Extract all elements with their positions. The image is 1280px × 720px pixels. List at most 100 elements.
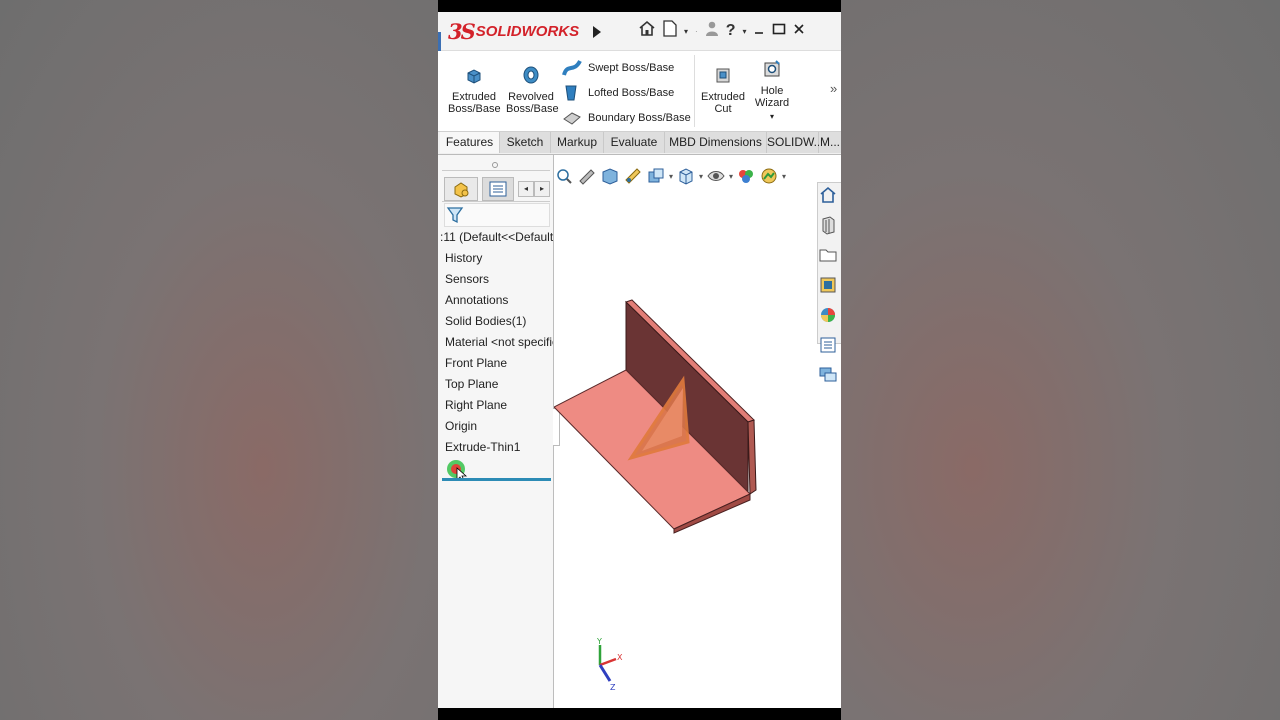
solidworks-window: 3S SOLIDWORKS ▾ · ? ▾ Extruded Boss/Base… — [438, 0, 841, 720]
tab-mbd-dimensions[interactable]: MBD Dimensions — [665, 132, 767, 153]
feature-tree-icon — [454, 182, 469, 198]
lofted-boss-label: Lofted Boss/Base — [588, 87, 675, 99]
command-manager-ribbon: Extruded Boss/Base Revolved Boss/Base Sw… — [438, 51, 841, 132]
ds-logo-mark: 3S — [448, 18, 476, 44]
tree-item-material[interactable]: Material <not specifie — [438, 332, 553, 353]
svg-text:Z: Z — [610, 683, 616, 692]
tree-item-top-plane[interactable]: Top Plane — [438, 374, 553, 395]
minimize-icon[interactable] — [753, 22, 765, 40]
extruded-cut-button[interactable]: Extruded Cut — [697, 65, 749, 115]
tab-evaluate[interactable]: Evaluate — [604, 132, 665, 153]
property-manager-tab[interactable] — [482, 177, 514, 201]
extruded-boss-icon — [467, 69, 481, 84]
tree-item-history[interactable]: History — [438, 248, 553, 269]
view-palette-icon[interactable] — [818, 275, 838, 295]
graphics-area[interactable]: ▾ ▾ ▾ ▾ Y X Z — [553, 155, 841, 708]
maximize-icon[interactable] — [772, 22, 786, 40]
extruded-boss-label: Extruded Boss/Base — [448, 91, 501, 115]
extruded-boss-button[interactable]: Extruded Boss/Base — [448, 65, 501, 115]
orientation-dropdown-icon[interactable]: ▾ — [699, 172, 703, 181]
panel-divider — [442, 170, 550, 171]
part-back-wall-side — [747, 419, 757, 495]
tabs-scroll-left-icon[interactable]: ◂ — [518, 181, 534, 197]
hide-show-items-icon[interactable] — [706, 166, 726, 186]
new-document-icon[interactable] — [663, 20, 677, 42]
expand-menu-arrow-icon[interactable] — [593, 26, 601, 38]
feature-manager-tab[interactable] — [444, 177, 478, 201]
appearances-scenes-icon[interactable] — [818, 305, 838, 325]
ribbon-more-icon[interactable]: » — [830, 81, 837, 96]
zoom-to-area-icon[interactable] — [577, 166, 597, 186]
title-bar-icons: ▾ · ? ▾ — [638, 20, 805, 42]
boundary-boss-button[interactable]: Boundary Boss/Base — [562, 109, 691, 127]
revolved-boss-button[interactable]: Revolved Boss/Base — [506, 65, 559, 115]
letterbox-bottom — [438, 708, 841, 720]
apply-scene-icon[interactable] — [759, 166, 779, 186]
tabs-scroll-right-icon[interactable]: ▸ — [534, 181, 550, 197]
scene-dropdown-icon[interactable]: ▾ — [782, 172, 786, 181]
3d-part-model[interactable] — [554, 295, 764, 535]
tree-root-part[interactable]: :11 (Default<<Default — [438, 227, 553, 248]
view-orientation-icon[interactable] — [676, 166, 696, 186]
file-explorer-icon[interactable] — [818, 245, 838, 265]
dynamic-annotation-icon[interactable] — [646, 166, 666, 186]
design-library-icon[interactable] — [818, 215, 838, 235]
tree-item-front-plane[interactable]: Front Plane — [438, 353, 553, 374]
feature-tree: :11 (Default<<Default History Sensors An… — [438, 227, 553, 458]
hole-wizard-icon — [764, 60, 780, 77]
tree-item-solid-bodies[interactable]: Solid Bodies(1) — [438, 311, 553, 332]
edit-appearance-icon[interactable] — [736, 166, 756, 186]
boundary-boss-label: Boundary Boss/Base — [588, 112, 691, 124]
tree-item-sensors[interactable]: Sensors — [438, 269, 553, 290]
tree-item-right-plane[interactable]: Right Plane — [438, 395, 553, 416]
filter-icon[interactable] — [445, 204, 467, 226]
section-view-icon[interactable] — [623, 166, 643, 186]
tab-sketch[interactable]: Sketch — [500, 132, 551, 153]
hole-wizard-button[interactable]: Hole Wizard ▾ — [750, 59, 794, 123]
custom-properties-icon[interactable] — [818, 335, 838, 355]
ribbon-separator — [694, 55, 695, 127]
help-icon[interactable]: ? — [726, 22, 736, 40]
tab-solidworks-addins[interactable]: SOLIDW... — [767, 132, 824, 153]
lofted-boss-button[interactable]: Lofted Boss/Base — [562, 84, 674, 102]
user-icon[interactable] — [705, 20, 719, 42]
property-manager-icon — [489, 181, 507, 197]
zoom-to-fit-icon[interactable] — [554, 166, 574, 186]
view-dropdown-icon[interactable]: ▾ — [669, 172, 673, 181]
swept-boss-icon — [562, 59, 582, 76]
heads-up-view-toolbar: ▾ ▾ ▾ ▾ — [554, 165, 786, 187]
home-icon[interactable] — [638, 20, 656, 42]
feature-manager-panel: ◂ ▸ :11 (Default<<Default History Sensor… — [438, 155, 554, 708]
command-manager-tabs: Features Sketch Markup Evaluate MBD Dime… — [438, 132, 841, 155]
tab-more[interactable]: M... — [819, 132, 841, 153]
video-background-right — [841, 0, 1280, 720]
svg-text:X: X — [617, 653, 623, 662]
hole-wizard-dropdown-icon[interactable]: ▾ — [750, 111, 794, 123]
manager-tabs: ◂ ▸ — [442, 177, 550, 202]
lofted-boss-icon — [565, 85, 577, 101]
solidworks-logo[interactable]: 3S SOLIDWORKS — [448, 18, 580, 44]
dropdown-icon[interactable]: ▾ — [684, 27, 688, 36]
revolved-boss-icon — [523, 66, 539, 84]
tree-item-origin[interactable]: Origin — [438, 416, 553, 437]
tree-item-annotations[interactable]: Annotations — [438, 290, 553, 311]
forum-icon[interactable] — [818, 365, 838, 385]
tree-item-extrude-thin1[interactable]: Extrude-Thin1 — [438, 437, 553, 458]
tree-filter-field[interactable] — [444, 203, 550, 227]
brand-name: SOLIDWORKS — [475, 22, 580, 40]
hole-wizard-label: Hole Wizard — [754, 85, 790, 109]
rollback-bar[interactable] — [442, 478, 551, 481]
previous-view-icon[interactable] — [600, 166, 620, 186]
coordinate-triad: Y X Z — [596, 637, 623, 692]
help-dropdown-icon[interactable]: ▾ — [742, 27, 746, 36]
video-background-left — [0, 0, 438, 720]
close-icon[interactable] — [793, 22, 805, 40]
panel-splitter-handle[interactable] — [492, 162, 498, 168]
swept-boss-button[interactable]: Swept Boss/Base — [562, 59, 674, 77]
solidworks-resources-home-icon[interactable] — [818, 185, 838, 205]
tab-markup[interactable]: Markup — [551, 132, 604, 153]
separator-dot: · — [695, 26, 698, 36]
extruded-cut-icon — [716, 68, 730, 83]
tab-features[interactable]: Features — [440, 132, 500, 153]
hide-show-dropdown-icon[interactable]: ▾ — [729, 172, 733, 181]
